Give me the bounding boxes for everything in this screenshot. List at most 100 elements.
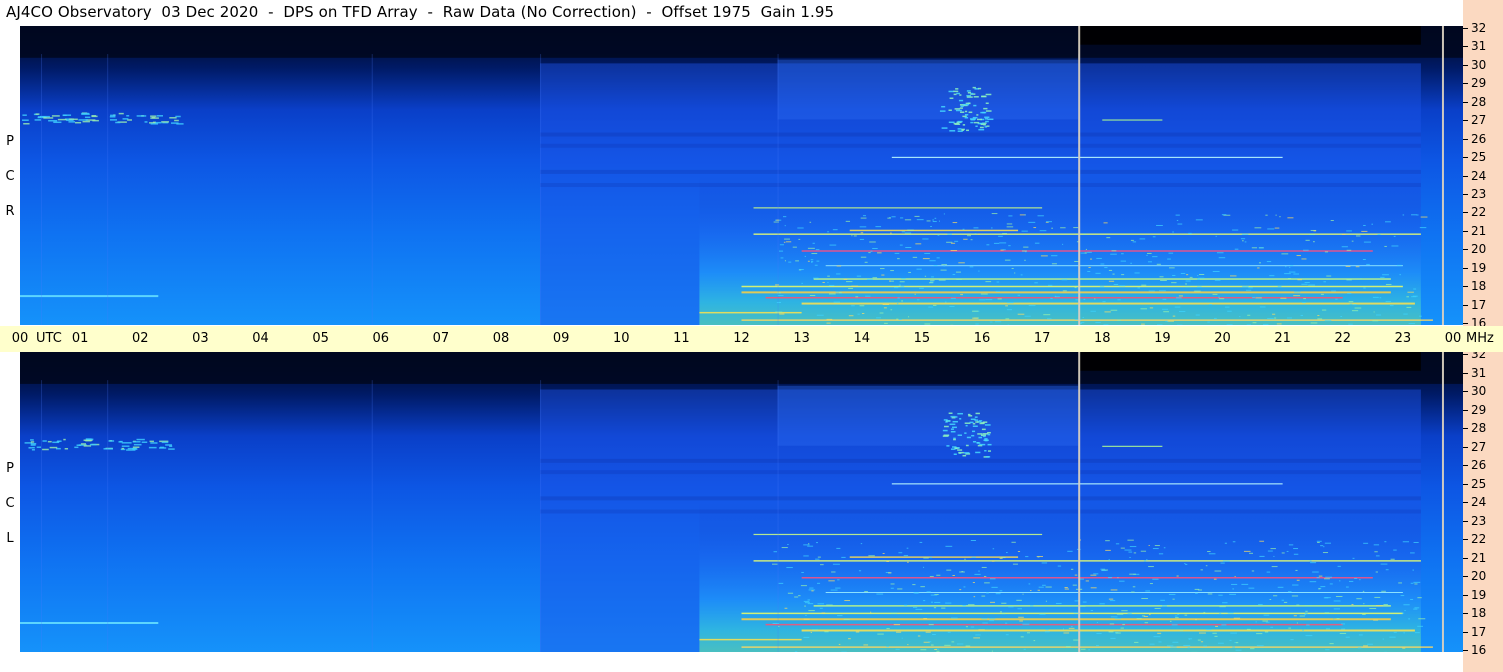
interference-line (741, 646, 1433, 648)
noise-speck (907, 229, 914, 231)
noise-speck (996, 281, 1000, 283)
noise-speck (950, 242, 956, 244)
noise-speck (784, 607, 788, 609)
noise-speck (950, 617, 958, 619)
noise-speck (1084, 252, 1088, 254)
noise-speck (1384, 245, 1387, 247)
noise-speck (1072, 584, 1077, 586)
interference-mark (966, 436, 972, 439)
interference-mark (980, 422, 985, 424)
noise-speck (930, 644, 934, 646)
interference-mark (103, 448, 113, 450)
noise-speck (1156, 324, 1163, 325)
noise-speck (1281, 253, 1289, 255)
noise-speck (973, 227, 979, 229)
noise-speck (827, 275, 830, 277)
noise-speck (1143, 560, 1147, 562)
noise-speck (860, 543, 863, 545)
noise-speck (1149, 614, 1151, 616)
noise-speck (1404, 610, 1406, 612)
interference-mark (972, 423, 976, 425)
interference-mark (970, 121, 974, 124)
interference-mark (941, 127, 948, 129)
noise-speck (779, 250, 784, 252)
interference-mark (957, 434, 962, 436)
noise-speck (1213, 317, 1217, 319)
noise-speck (1120, 547, 1125, 549)
noise-speck (1414, 607, 1420, 609)
utc-label: UTC (36, 331, 62, 346)
interference-mark (953, 90, 959, 93)
noise-speck (999, 611, 1003, 613)
noise-speck (775, 311, 783, 313)
noise-speck (904, 604, 908, 606)
noise-speck (1254, 227, 1262, 229)
time-tick-label: 04 (252, 331, 269, 346)
time-tick-label: 03 (192, 331, 209, 346)
interference-mark (957, 412, 963, 415)
noise-speck (1321, 309, 1327, 311)
noise-speck (1326, 275, 1332, 277)
noise-speck (894, 287, 899, 289)
noise-speck (1324, 597, 1331, 599)
noise-speck (798, 238, 801, 240)
vertical-streak (41, 54, 43, 325)
interference-mark (975, 125, 978, 128)
interference-mark (22, 119, 29, 121)
noise-speck (1153, 636, 1161, 638)
noise-speck (1300, 314, 1304, 316)
noise-speck (1393, 631, 1397, 633)
noise-speck (883, 307, 887, 309)
noise-speck (1413, 608, 1418, 610)
frequency-tick-label: 21 (1463, 551, 1503, 565)
interference-line (813, 605, 1391, 607)
frequency-tick-label: 17 (1463, 625, 1503, 639)
noise-speck (1342, 233, 1346, 235)
noise-speck (1095, 321, 1101, 323)
interference-line (753, 233, 1421, 235)
noise-speck (1354, 577, 1358, 579)
noise-speck (1017, 551, 1021, 553)
noise-speck (1331, 290, 1336, 292)
interference-mark (958, 99, 964, 102)
noise-speck (978, 570, 980, 572)
noise-speck (943, 213, 945, 215)
noise-speck (1096, 622, 1099, 624)
noise-speck (843, 618, 850, 620)
noise-speck (1248, 587, 1255, 589)
noise-speck (1207, 551, 1211, 553)
noise-speck (940, 269, 947, 271)
interference-mark (174, 119, 179, 122)
noise-speck (1068, 627, 1075, 629)
time-tick-label: 07 (432, 331, 450, 346)
noise-speck (778, 582, 784, 584)
interference-mark (160, 446, 164, 449)
interference-line (20, 295, 159, 298)
noise-speck (888, 572, 892, 574)
noise-speck (977, 233, 981, 235)
noise-speck (1374, 596, 1381, 598)
noise-speck (1232, 229, 1239, 231)
noise-speck (1147, 261, 1152, 263)
noise-speck (946, 569, 952, 571)
noise-speck (1355, 235, 1361, 237)
noise-speck (1120, 260, 1126, 262)
time-tick-label: 05 (312, 331, 329, 346)
noise-speck (890, 583, 895, 585)
interference-mark (36, 446, 41, 448)
lcp-frequency-axis: 16 17 18 19 20 21 22 23 24 25 26 27 28 29 30 31 32 (1463, 347, 1503, 672)
noise-speck (991, 586, 998, 588)
noise-speck (1133, 552, 1137, 554)
interference-mark (970, 119, 976, 121)
noise-speck (1220, 562, 1225, 564)
noise-speck (1284, 273, 1291, 275)
noise-speck (1277, 586, 1284, 588)
noise-speck (1174, 615, 1178, 617)
interference-mark (985, 456, 991, 458)
noise-speck (1399, 274, 1401, 276)
noise-speck (855, 631, 860, 633)
noise-speck (1246, 324, 1252, 325)
interference-mark (30, 442, 37, 445)
noise-speck (1227, 612, 1234, 614)
frequency-tick-label: 30 (1463, 58, 1503, 72)
